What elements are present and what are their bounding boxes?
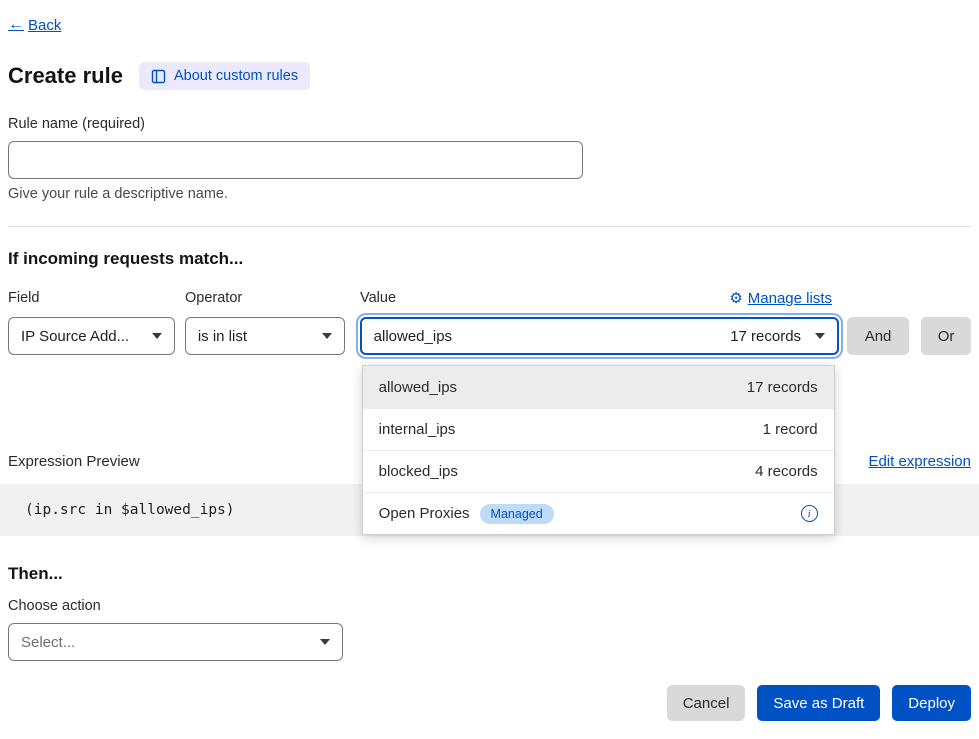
- operator-select[interactable]: is in list: [185, 317, 345, 355]
- manage-lists-label: Manage lists: [748, 290, 832, 307]
- rule-name-label: Rule name (required): [8, 116, 971, 132]
- list-item-records: 4 records: [755, 463, 818, 480]
- list-item-name: blocked_ips: [379, 463, 458, 480]
- field-select[interactable]: IP Source Add...: [8, 317, 175, 355]
- action-select-placeholder: Select...: [21, 634, 75, 651]
- value-dropdown-menu: allowed_ips 17 records internal_ips 1 re…: [362, 365, 835, 535]
- value-label: Value: [360, 290, 396, 306]
- about-custom-rules-link[interactable]: About custom rules: [139, 62, 310, 90]
- and-button[interactable]: And: [847, 317, 909, 355]
- expression-code: (ip.src in $allowed_ips): [25, 502, 235, 518]
- action-select[interactable]: Select...: [8, 623, 343, 661]
- book-icon: [151, 69, 166, 84]
- value-select[interactable]: allowed_ips 17 records: [360, 317, 839, 355]
- rule-name-input[interactable]: [8, 141, 583, 179]
- list-item-blocked-ips[interactable]: blocked_ips 4 records: [363, 450, 834, 492]
- edit-expression-link[interactable]: Edit expression: [868, 453, 971, 470]
- info-icon[interactable]: i: [801, 505, 818, 522]
- operator-select-value: is in list: [198, 328, 247, 345]
- list-item-name: internal_ips: [379, 421, 456, 438]
- save-as-draft-button[interactable]: Save as Draft: [757, 685, 880, 721]
- match-section-heading: If incoming requests match...: [8, 249, 971, 269]
- managed-badge: Managed: [480, 504, 554, 524]
- deploy-button[interactable]: Deploy: [892, 685, 971, 721]
- about-custom-rules-label: About custom rules: [174, 68, 298, 84]
- field-label: Field: [8, 290, 185, 306]
- list-item-open-proxies[interactable]: Open Proxies Managed i: [363, 492, 834, 534]
- field-select-value: IP Source Add...: [21, 328, 129, 345]
- back-link-label: Back: [28, 17, 61, 34]
- list-item-internal-ips[interactable]: internal_ips 1 record: [363, 408, 834, 450]
- value-select-records: 17 records: [730, 328, 801, 345]
- chevron-down-icon: [815, 333, 825, 339]
- list-item-name: allowed_ips: [379, 379, 457, 396]
- then-section-heading: Then...: [8, 564, 971, 584]
- cancel-button[interactable]: Cancel: [667, 685, 746, 721]
- choose-action-label: Choose action: [8, 598, 971, 614]
- back-arrow-icon: ←: [8, 16, 24, 34]
- chevron-down-icon: [322, 333, 332, 339]
- operator-label: Operator: [185, 290, 360, 306]
- list-item-allowed-ips[interactable]: allowed_ips 17 records: [363, 366, 834, 408]
- divider: [8, 226, 971, 227]
- value-select-value: allowed_ips: [374, 328, 452, 345]
- chevron-down-icon: [152, 333, 162, 339]
- or-button[interactable]: Or: [921, 317, 971, 355]
- gear-icon: ⚙: [729, 289, 742, 307]
- list-item-name: Open Proxies: [379, 505, 470, 522]
- chevron-down-icon: [320, 639, 330, 645]
- page-title: Create rule: [8, 63, 123, 89]
- list-item-records: 17 records: [747, 379, 818, 396]
- rule-name-helper: Give your rule a descriptive name.: [8, 186, 971, 202]
- back-link[interactable]: ←Back: [8, 16, 61, 34]
- list-item-records: 1 record: [763, 421, 818, 438]
- expression-preview-label: Expression Preview: [8, 453, 140, 470]
- manage-lists-link[interactable]: ⚙ Manage lists: [729, 289, 832, 307]
